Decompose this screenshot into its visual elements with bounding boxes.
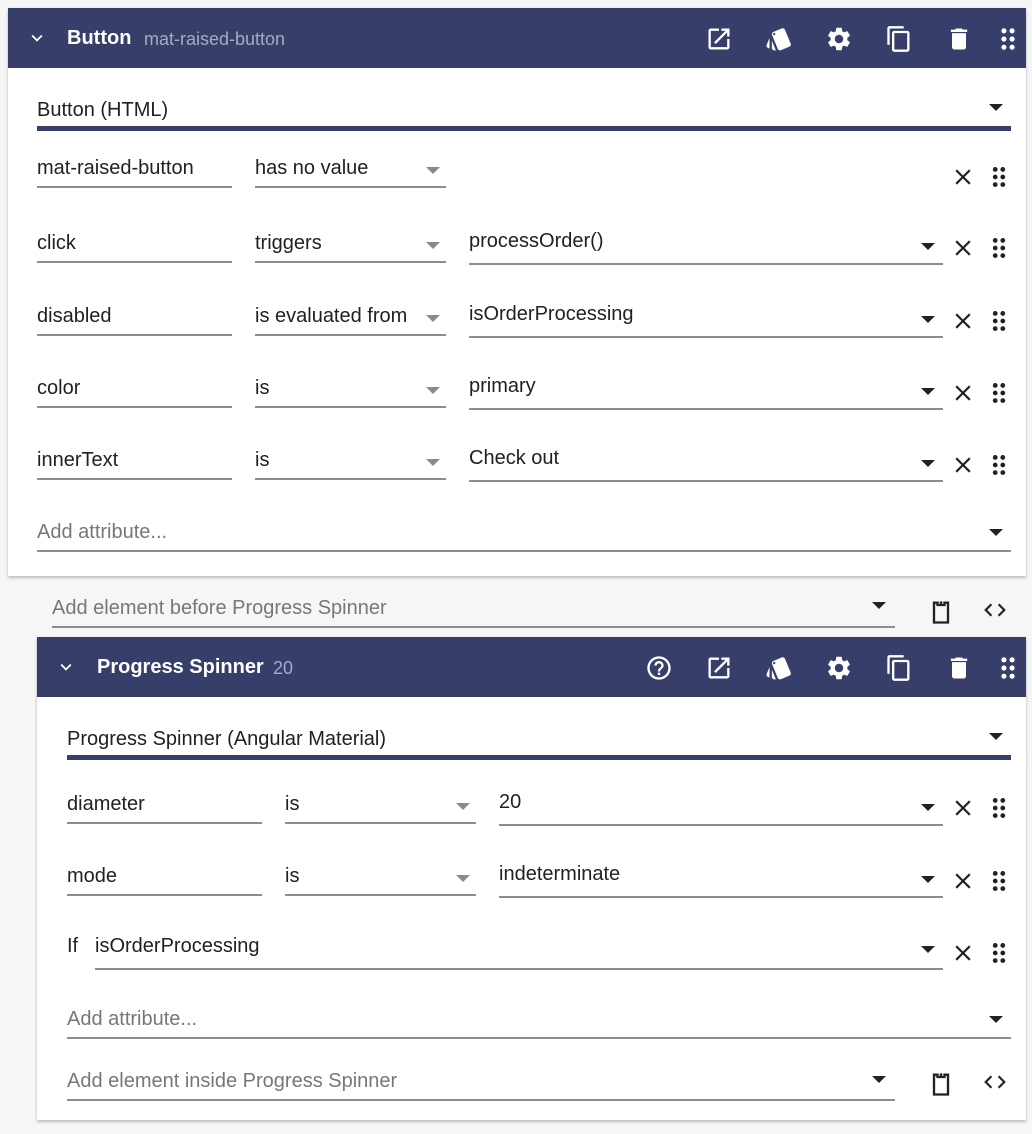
attribute-value-field[interactable]: primary [469,372,943,410]
copy-icon[interactable] [885,25,913,53]
settings-icon[interactable] [825,654,853,682]
attribute-operator-select[interactable]: has no value [255,150,446,188]
dropdown-caret-icon [921,388,935,395]
open-in-new-icon[interactable] [705,654,733,682]
settings-icon[interactable] [825,25,853,53]
drag-handle-icon[interactable] [994,25,1022,53]
remove-attribute-close-icon[interactable] [950,235,976,261]
drag-handle-icon[interactable] [986,308,1012,334]
dropdown-caret-icon [921,804,935,811]
dropdown-caret-icon [426,459,440,466]
drag-handle-icon[interactable] [986,235,1012,261]
dropdown-caret-icon [989,529,1003,536]
dropdown-caret-icon [921,876,935,883]
delete-icon[interactable] [945,654,973,682]
dropdown-caret-icon [989,733,1003,740]
element-subtitle: 20 [273,658,294,678]
dropdown-caret-icon [921,946,935,953]
drag-handle-icon[interactable] [986,380,1012,406]
add-element-inside-select[interactable]: Add element inside Progress Spinner [67,1063,895,1101]
dropdown-caret-icon [921,460,935,467]
remove-attribute-close-icon[interactable] [950,868,976,894]
attribute-value-field[interactable]: Check out [469,444,943,482]
remove-attribute-close-icon[interactable] [950,795,976,821]
add-element-before-select[interactable]: Add element before Progress Spinner [52,590,895,628]
drag-handle-icon[interactable] [986,940,1012,966]
attribute-operator-select[interactable]: is [285,858,476,896]
collapse-chevron-icon[interactable] [55,656,77,678]
drag-handle-icon[interactable] [986,795,1012,821]
element-type-select[interactable]: Progress Spinner (Angular Material) [67,719,1011,760]
dropdown-caret-icon [989,104,1003,111]
code-view-icon[interactable] [982,1069,1008,1095]
attribute-operator-select[interactable]: is [285,786,476,824]
attribute-value-field[interactable]: 20 [499,788,943,826]
attribute-operator-select[interactable]: is [255,442,446,480]
add-attribute-select[interactable]: Add attribute... [37,514,1011,552]
remove-attribute-close-icon[interactable] [950,452,976,478]
element-subtitle: mat-raised-button [144,29,286,49]
element-type-value: Progress Spinner (Angular Material) [67,728,387,750]
remove-attribute-close-icon[interactable] [950,380,976,406]
attribute-value-field[interactable]: isOrderProcessing [469,300,943,338]
drag-handle-icon[interactable] [986,868,1012,894]
attribute-name-field[interactable]: click [37,225,232,263]
add-attribute-select[interactable]: Add attribute... [67,1001,1011,1039]
element-title: Button [67,27,132,49]
dropdown-caret-icon [921,316,935,323]
dropdown-caret-icon [426,167,440,174]
element-type-select[interactable]: Button (HTML) [37,90,1011,131]
help-icon[interactable] [645,654,673,682]
condition-value-field[interactable]: isOrderProcessing [95,932,943,970]
remove-attribute-close-icon[interactable] [950,308,976,334]
dropdown-caret-icon [456,803,470,810]
attribute-name-field[interactable]: mode [67,858,262,896]
button-element-card: Button mat-raised-button Button (HTML) m… [8,8,1026,576]
paste-clipboard-icon[interactable] [927,1069,955,1099]
attribute-name-field[interactable]: innerText [37,442,232,480]
dropdown-caret-icon [989,1016,1003,1023]
dropdown-caret-icon [426,315,440,322]
attribute-value-field[interactable]: indeterminate [499,860,943,898]
code-view-icon[interactable] [982,597,1008,623]
attribute-name-field[interactable]: disabled [37,298,232,336]
style-icon[interactable] [765,25,793,53]
attribute-operator-select[interactable]: is evaluated from [255,298,446,336]
dropdown-caret-icon [456,875,470,882]
element-title: Progress Spinner [97,656,264,678]
collapse-chevron-icon[interactable] [26,27,48,49]
attribute-operator-select[interactable]: is [255,370,446,408]
drag-handle-icon[interactable] [986,164,1012,190]
progress-spinner-element-card: Progress Spinner 20 Progress Spinner (An… [37,637,1026,1120]
dropdown-caret-icon [426,387,440,394]
open-in-new-icon[interactable] [705,25,733,53]
style-icon[interactable] [765,654,793,682]
remove-condition-close-icon[interactable] [950,940,976,966]
dropdown-caret-icon [426,242,440,249]
remove-attribute-close-icon[interactable] [950,164,976,190]
paste-clipboard-icon[interactable] [927,597,955,627]
element-type-value: Button (HTML) [37,99,169,121]
dropdown-caret-icon [872,1076,886,1083]
spinner-card-header: Progress Spinner 20 [37,637,1026,697]
copy-icon[interactable] [885,654,913,682]
dropdown-caret-icon [921,243,935,250]
attribute-name-field[interactable]: diameter [67,786,262,824]
attribute-value-field[interactable]: processOrder() [469,227,943,265]
attribute-operator-select[interactable]: triggers [255,225,446,263]
dropdown-caret-icon [872,602,886,609]
button-card-header: Button mat-raised-button [8,8,1026,68]
condition-if-label: If [67,935,79,957]
attribute-name-field[interactable]: mat-raised-button [37,150,232,188]
delete-icon[interactable] [945,25,973,53]
drag-handle-icon[interactable] [986,452,1012,478]
drag-handle-icon[interactable] [994,654,1022,682]
attribute-name-field[interactable]: color [37,370,232,408]
